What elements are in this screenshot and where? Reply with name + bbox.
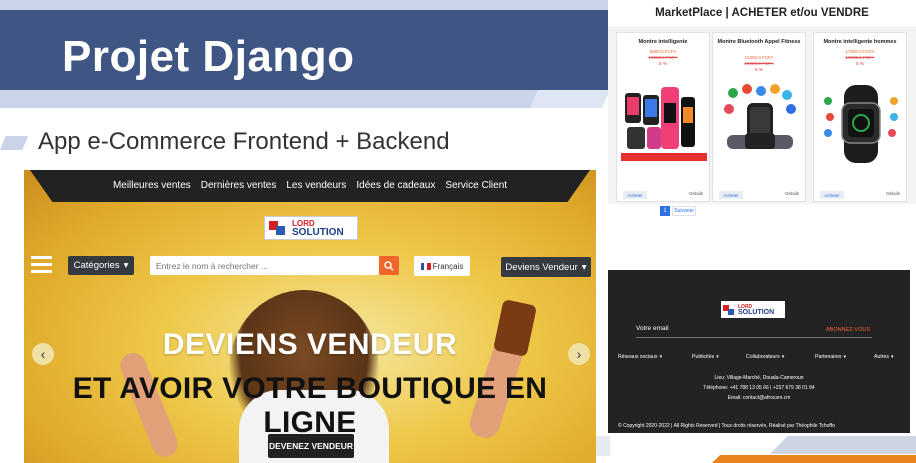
hero-headline: DEVIENS VENDEUR (162, 328, 458, 361)
caret-down-icon: ▾ (581, 261, 587, 273)
caret-down-icon: ▾ (781, 354, 785, 360)
page-title: Projet Django (62, 32, 355, 81)
footer-copyright: © Copyright 2020-2022 | All Rights Reser… (618, 423, 835, 429)
caret-down-icon: ▾ (843, 354, 847, 360)
hamburger-icon[interactable] (31, 256, 52, 273)
footer-menu-label: Collaborateurs (746, 354, 780, 360)
footer-menu-label: Partenaires (815, 354, 842, 360)
product-image-smartwatch[interactable] (621, 81, 707, 167)
nav-link-customer-service[interactable]: Service Client (445, 180, 507, 191)
caret-down-icon: ▾ (716, 354, 719, 360)
footer-email: Email: contact@afrocam.cm (727, 395, 791, 401)
footer-menu-social[interactable]: Réseaux sociaux ▾ (618, 352, 662, 362)
search-input[interactable] (150, 256, 379, 276)
product-discount: 5 % (659, 61, 667, 66)
marketplace-screenshot: MarketPlace | ACHETER et/ou VENDRE Montr… (608, 0, 916, 222)
footer-menu-label: Publicités (692, 354, 715, 360)
product-name[interactable]: Montre intelligente (617, 39, 709, 46)
pagination-current[interactable]: 1 (660, 206, 670, 216)
product-discount: 5 % (755, 67, 763, 72)
page-subtitle: App e-Commerce Frontend + Backend (38, 128, 450, 155)
slide: Projet Django App e-Commerce Frontend + … (0, 0, 916, 463)
product-card[interactable]: Montre intelligente 6800.0 FCFA 15000.0 … (616, 32, 710, 202)
logo-line2: SOLUTION (738, 308, 775, 316)
decor-block-left (596, 436, 610, 456)
language-selector[interactable]: Français (414, 256, 470, 276)
buy-button[interactable]: Acheter (719, 191, 743, 199)
subtitle-marker (0, 136, 28, 150)
footer-logo[interactable]: LORD SOLUTION (721, 301, 785, 318)
top-nav-items: Meilleures ventes Dernières ventes Les v… (24, 170, 596, 200)
title-banner: Projet Django (0, 10, 610, 90)
logo-mark-icon (267, 217, 289, 239)
footer-menu-label: Réseaux sociaux (618, 354, 658, 360)
product-discount: 5 % (856, 61, 864, 66)
footer-menu-others[interactable]: Autres ▾ (874, 352, 894, 362)
product-card[interactable]: Montre intelligente hommes 17000.0 FCFA … (813, 32, 907, 202)
become-seller-label: Deviens Vendeur (505, 261, 578, 273)
newsletter-email-field[interactable]: Votre email (636, 325, 669, 332)
logo-text: LORD SOLUTION (292, 219, 344, 238)
footer-menus: Réseaux sociaux ▾ Publicités ▾ Collaborate… (608, 352, 910, 362)
marketplace-title: MarketPlace | ACHETER et/ou VENDRE (655, 7, 869, 19)
categories-dropdown[interactable]: Catégories ▾ (68, 256, 134, 275)
language-label: Français (432, 261, 464, 271)
nav-link-gift-ideas[interactable]: Idées de cadeaux (356, 180, 435, 191)
product-image-fitness-watch[interactable] (717, 81, 803, 167)
buy-button[interactable]: Acheter (623, 191, 647, 199)
site-logo[interactable]: LORD SOLUTION (264, 216, 358, 240)
search-button[interactable] (379, 256, 399, 275)
nav-link-latest-sales[interactable]: Dernières ventes (201, 180, 277, 191)
footer-address: Lieu: Village-Marché, Douala-Cameroun (714, 375, 804, 381)
buy-button[interactable]: Acheter (820, 191, 844, 199)
search-box[interactable] (150, 256, 379, 276)
logo-line2: SOLUTION (292, 227, 344, 238)
details-link[interactable]: Détails (785, 191, 799, 196)
product-image-men-watch[interactable] (818, 81, 904, 167)
banner-under-stripe-light (530, 90, 610, 108)
hero-screenshot: Meilleures ventes Dernières ventes Les v… (24, 170, 596, 463)
become-seller-button[interactable]: DEVENEZ VENDEUR (268, 434, 354, 458)
decor-stripe-blue (770, 436, 916, 454)
decor-stripe-orange (712, 455, 916, 463)
caret-down-icon: ▾ (659, 354, 663, 360)
footer-menu-ads[interactable]: Publicités ▾ (692, 352, 719, 362)
hero-subheadline: ET AVOIR VOTRE BOUTIQUE EN LIGNE (72, 372, 548, 439)
footer-menu-collaborators[interactable]: Collaborateurs ▾ (746, 352, 784, 362)
nav-link-sellers[interactable]: Les vendeurs (286, 180, 346, 191)
caret-down-icon: ▾ (123, 260, 129, 271)
newsletter-underline (636, 337, 872, 338)
details-link[interactable]: Détails (886, 191, 900, 196)
footer-menu-label: Autres (874, 354, 889, 360)
product-name[interactable]: Montre Bluetooth Appel Fitness (713, 39, 805, 46)
subscribe-button[interactable]: ABONNEZ-VOUS (826, 327, 870, 333)
footer-menu-partners[interactable]: Partenaires ▾ (815, 352, 846, 362)
product-name[interactable]: Montre intelligente hommes (814, 39, 906, 46)
france-flag-icon (420, 262, 431, 270)
banner-top-stripe (0, 0, 610, 10)
pagination-next[interactable]: Suivante (672, 206, 696, 216)
logo-text: LORD SOLUTION (738, 304, 774, 316)
product-card[interactable]: Montre Bluetooth Appel Fitness 12300.0 F… (712, 32, 806, 202)
caret-down-icon: ▾ (891, 354, 894, 360)
search-icon (384, 260, 394, 270)
become-seller-dropdown[interactable]: Deviens Vendeur ▾ (501, 257, 591, 277)
categories-label: Catégories (73, 260, 120, 271)
footer-phone: Téléphone: +41 788 13 05 66 | +237 679 3… (703, 385, 815, 391)
logo-mark-icon (722, 303, 736, 317)
banner-under-stripe (0, 90, 560, 108)
details-link[interactable]: Détails (689, 191, 703, 196)
footer-screenshot: LORD SOLUTION Votre email ABONNEZ-VOUS R… (608, 270, 910, 433)
nav-link-best-sales[interactable]: Meilleures ventes (113, 180, 191, 191)
